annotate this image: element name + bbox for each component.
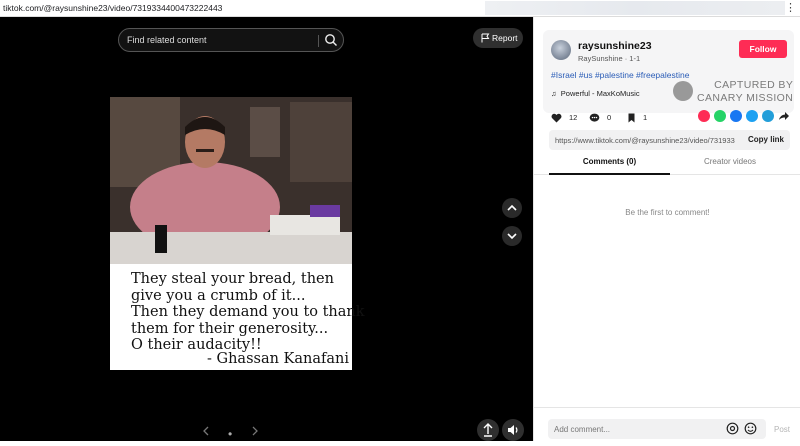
follow-button[interactable]: Follow	[739, 40, 787, 58]
url-text[interactable]: tiktok.com/@raysunshine23/video/73193344…	[3, 3, 222, 13]
previous-video-button[interactable]	[502, 198, 522, 218]
share-link-box[interactable]: https://www.tiktok.com/@raysunshine23/vi…	[549, 130, 790, 150]
scroll-mode-button[interactable]	[477, 419, 499, 441]
report-button[interactable]: Report	[473, 28, 523, 48]
author-card: raysunshine23 RaySunshine · 1-1 Follow #…	[543, 30, 794, 113]
share-arrow-icon[interactable]	[778, 110, 790, 122]
quote-text: They steal your bread, then give you a c…	[131, 271, 365, 353]
author-subline: RaySunshine · 1-1	[578, 54, 641, 63]
volume-button[interactable]	[502, 419, 524, 441]
comment-placeholder: Add comment...	[554, 425, 611, 434]
chevron-right-icon[interactable]	[250, 425, 260, 437]
next-video-button[interactable]	[502, 226, 522, 246]
speaker-icon	[508, 425, 518, 435]
share-link-url[interactable]: https://www.tiktok.com/@raysunshine23/vi…	[555, 136, 735, 145]
watermark-line-1: CAPTURED BY	[714, 79, 794, 91]
search-divider	[318, 35, 319, 47]
browser-menu-icon[interactable]: ⋮	[785, 1, 796, 14]
like-count: 12	[569, 113, 578, 122]
video-frame-photo	[110, 97, 352, 264]
avatar[interactable]	[551, 40, 571, 60]
search-bar[interactable]: Find related content	[118, 28, 344, 52]
facebook-icon[interactable]	[730, 110, 742, 122]
embed-share-icon[interactable]	[698, 110, 710, 122]
comment-icon[interactable]	[589, 113, 600, 123]
video-player[interactable]: Find related content Report They steal y…	[0, 17, 533, 441]
music-row[interactable]: ♫ Powerful - MaxKoMusic	[551, 89, 640, 98]
heart-icon[interactable]	[551, 113, 562, 123]
search-icon[interactable]	[324, 33, 338, 47]
browser-url-bar[interactable]: tiktok.com/@raysunshine23/video/73193344…	[0, 0, 800, 17]
mention-icon[interactable]	[726, 422, 739, 435]
bookmark-count: 1	[643, 113, 648, 122]
comment-input[interactable]: Add comment...	[548, 419, 766, 439]
comment-count: 0	[607, 113, 612, 122]
copy-link-button[interactable]: Copy link	[748, 135, 784, 144]
active-tab-indicator	[549, 173, 670, 175]
chevron-down-icon	[507, 233, 517, 240]
empty-comments-message: Be the first to comment!	[625, 208, 710, 217]
blurred-toolbar	[485, 1, 785, 15]
quote-author: - Ghassan Kanafani	[207, 351, 349, 367]
twitter-icon[interactable]	[746, 110, 758, 122]
portrait-illustration	[110, 97, 352, 264]
chevron-up-icon	[507, 204, 517, 211]
author-username[interactable]: raysunshine23	[578, 40, 652, 52]
post-comment-button[interactable]: Post	[774, 425, 790, 434]
watermark-line-2: CANARY MISSION	[697, 92, 794, 104]
emoji-icon[interactable]	[744, 422, 757, 435]
pager-dot: •	[228, 427, 233, 441]
hashtags[interactable]: #Israel #us #palestine #freepalestine	[551, 70, 689, 80]
telegram-icon[interactable]	[762, 110, 774, 122]
comment-composer: Add comment... Post	[534, 407, 800, 441]
search-input[interactable]: Find related content	[127, 35, 207, 45]
quote-card: They steal your bread, then give you a c…	[110, 264, 365, 370]
tab-comments[interactable]: Comments (0)	[549, 157, 670, 166]
chevron-left-icon[interactable]	[201, 425, 211, 437]
music-note-icon: ♫	[551, 89, 557, 98]
bookmark-icon[interactable]	[626, 113, 637, 123]
arrow-up-icon	[483, 423, 493, 437]
music-title: Powerful - MaxKoMusic	[560, 89, 640, 98]
watermark-text: CAPTURED BY CANARY MISSION	[697, 79, 793, 105]
watermark-logo	[673, 81, 693, 101]
report-label: Report	[492, 33, 518, 43]
flag-icon	[481, 33, 490, 43]
details-sidebar: raysunshine23 RaySunshine · 1-1 Follow #…	[533, 17, 800, 441]
engagement-stats: 12 0 1	[551, 112, 796, 126]
whatsapp-icon[interactable]	[714, 110, 726, 122]
tab-creator-videos[interactable]: Creator videos	[670, 157, 790, 166]
